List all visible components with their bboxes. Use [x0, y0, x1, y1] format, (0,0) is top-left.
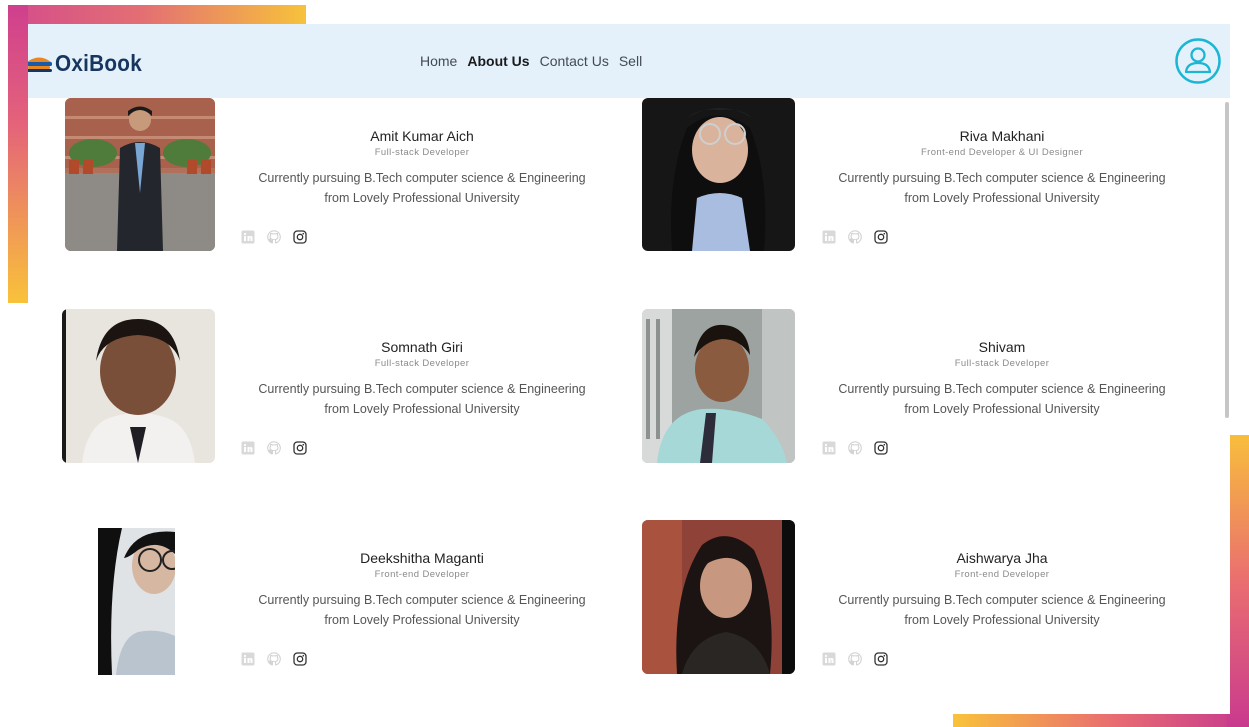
github-icon[interactable] — [848, 230, 862, 244]
nav-sell[interactable]: Sell — [619, 53, 642, 69]
member-role: Front-end Developer — [954, 569, 1050, 580]
logo-text: OxiBook — [55, 50, 143, 76]
decorative-frame-top-left-edge — [8, 5, 28, 303]
member-description: Currently pursuing B.Tech computer scien… — [838, 171, 1166, 205]
member-photo — [62, 309, 215, 463]
member-photo — [642, 98, 795, 251]
member-photo — [98, 528, 175, 675]
book-logo-icon — [28, 57, 52, 72]
social-links — [241, 441, 307, 455]
member-info: Somnath Giri Full-stack Developer Curren… — [242, 339, 602, 419]
member-description: Currently pursuing B.Tech computer scien… — [258, 593, 586, 627]
member-description: Currently pursuing B.Tech computer scien… — [258, 382, 586, 416]
social-links — [241, 652, 307, 666]
navbar: OxiBook Home About Us Contact Us Sell — [28, 24, 1230, 98]
page-scrollbar[interactable] — [1224, 98, 1230, 714]
github-icon[interactable] — [267, 230, 281, 244]
member-role: Full-stack Developer — [374, 147, 470, 158]
instagram-icon[interactable] — [874, 230, 888, 244]
member-name: Amit Kumar Aich — [370, 128, 474, 144]
github-icon[interactable] — [848, 441, 862, 455]
browser-viewport: OxiBook Home About Us Contact Us Sell Am… — [28, 24, 1230, 714]
member-name: Somnath Giri — [381, 339, 463, 355]
nav-home[interactable]: Home — [420, 53, 457, 69]
social-links — [241, 230, 307, 244]
member-role: Full-stack Developer — [374, 358, 470, 369]
instagram-icon[interactable] — [293, 652, 307, 666]
logo[interactable]: OxiBook — [28, 50, 152, 77]
member-role: Front-end Developer — [374, 569, 470, 580]
member-info: Riva Makhani Front-end Developer & UI De… — [822, 128, 1182, 208]
member-photo — [642, 520, 795, 674]
instagram-icon[interactable] — [293, 441, 307, 455]
linkedin-icon[interactable] — [241, 441, 255, 455]
member-role: Front-end Developer & UI Designer — [920, 147, 1084, 158]
social-links — [822, 441, 888, 455]
nav-links: Home About Us Contact Us Sell — [420, 53, 642, 69]
member-photo — [642, 309, 795, 463]
member-name: Shivam — [978, 339, 1026, 355]
member-description: Currently pursuing B.Tech computer scien… — [838, 382, 1166, 416]
scrollbar-thumb[interactable] — [1225, 102, 1229, 418]
instagram-icon[interactable] — [874, 441, 888, 455]
member-name: Riva Makhani — [959, 128, 1045, 144]
user-avatar-icon[interactable] — [1174, 37, 1222, 85]
social-links — [822, 230, 888, 244]
github-icon[interactable] — [848, 652, 862, 666]
github-icon[interactable] — [267, 652, 281, 666]
member-photo — [65, 98, 215, 251]
member-name: Deekshitha Maganti — [360, 550, 484, 566]
member-info: Shivam Full-stack Developer Currently pu… — [822, 339, 1182, 419]
linkedin-icon[interactable] — [822, 441, 836, 455]
instagram-icon[interactable] — [293, 230, 307, 244]
member-name: Aishwarya Jha — [956, 550, 1048, 566]
member-description: Currently pursuing B.Tech computer scien… — [838, 593, 1166, 627]
member-info: Amit Kumar Aich Full-stack Developer Cur… — [242, 128, 602, 208]
instagram-icon[interactable] — [874, 652, 888, 666]
member-role: Full-stack Developer — [954, 358, 1050, 369]
member-description: Currently pursuing B.Tech computer scien… — [258, 171, 586, 205]
member-info: Aishwarya Jha Front-end Developer Curren… — [822, 550, 1182, 630]
social-links — [822, 652, 888, 666]
member-info: Deekshitha Maganti Front-end Developer C… — [242, 550, 602, 630]
linkedin-icon[interactable] — [822, 230, 836, 244]
nav-contact-us[interactable]: Contact Us — [540, 53, 609, 69]
nav-about-us[interactable]: About Us — [467, 53, 529, 69]
github-icon[interactable] — [267, 441, 281, 455]
linkedin-icon[interactable] — [241, 230, 255, 244]
linkedin-icon[interactable] — [822, 652, 836, 666]
decorative-frame-bottom-right-edge — [1227, 435, 1249, 727]
linkedin-icon[interactable] — [241, 652, 255, 666]
